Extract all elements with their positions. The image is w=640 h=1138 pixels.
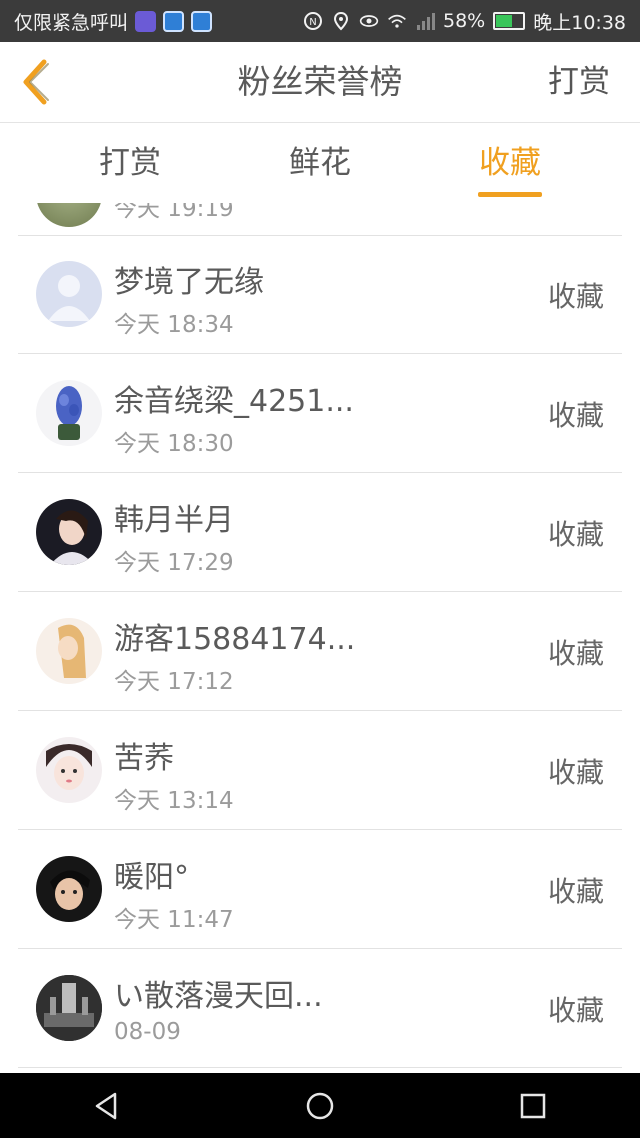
app-icon xyxy=(163,10,185,32)
eye-icon xyxy=(359,15,379,27)
app-icon xyxy=(135,10,157,32)
tab-label: 收藏 xyxy=(479,145,541,181)
row-time: 今天 18:30 xyxy=(114,431,234,457)
back-triangle-icon xyxy=(95,1092,116,1119)
row-name: い散落漫天回... xyxy=(114,979,323,1014)
active-tab-indicator xyxy=(478,192,542,197)
bw-avatar-icon xyxy=(36,975,102,1041)
tab-reward[interactable]: 打赏 xyxy=(70,123,190,203)
clock: 晚上10:38 xyxy=(533,11,626,34)
page-title: 粉丝荣誉榜 xyxy=(237,62,403,101)
location-icon xyxy=(333,11,349,31)
row-time: 今天 17:29 xyxy=(114,550,234,576)
row-action: 收藏 xyxy=(547,399,604,432)
row-name: 苦荞 xyxy=(114,741,174,776)
tab-bar: 打赏 鲜花 收藏 xyxy=(0,123,640,203)
battery-icon xyxy=(493,12,526,30)
system-nav-bar xyxy=(0,1073,640,1138)
status-bar: 仅限紧急呼叫 N 58% 晚上10:38 xyxy=(0,0,640,42)
top-bar: 粉丝荣誉榜 打赏 xyxy=(0,42,640,123)
avatar xyxy=(36,975,102,1041)
list-item[interactable]: 游客15884174... 今天 17:12 收藏 xyxy=(18,592,622,711)
girl-avatar-icon xyxy=(46,744,92,790)
row-action: 收藏 xyxy=(547,280,604,313)
default-avatar-icon xyxy=(48,275,90,321)
row-name: 暖阳° xyxy=(114,860,189,895)
nav-back-button[interactable] xyxy=(87,1086,127,1126)
row-time: 今天 13:14 xyxy=(114,788,234,814)
fan-list[interactable]: 今天 19:19 梦境了无缘 今天 18:34 收藏 余音绕梁_4251... … xyxy=(0,203,640,1073)
signal-icon xyxy=(417,13,435,30)
flower-avatar-icon xyxy=(56,386,82,440)
reward-button[interactable]: 打赏 xyxy=(548,42,610,122)
tab-flowers[interactable]: 鲜花 xyxy=(260,123,380,203)
doll-avatar-icon xyxy=(58,624,86,678)
list-item[interactable]: 韩月半月 今天 17:29 收藏 xyxy=(18,473,622,592)
nav-recents-button[interactable] xyxy=(513,1086,553,1126)
row-action: 收藏 xyxy=(547,875,604,908)
portrait-avatar-icon xyxy=(50,510,94,565)
recents-square-icon xyxy=(521,1093,546,1118)
app-icon xyxy=(191,10,213,32)
row-action: 收藏 xyxy=(547,756,604,789)
list-item[interactable]: い散落漫天回... 08-09 收藏 xyxy=(18,949,622,1068)
row-name: 游客15884174... xyxy=(114,622,356,657)
home-circle-icon xyxy=(306,1092,334,1119)
row-time: 今天 19:19 xyxy=(114,203,234,222)
row-action: 收藏 xyxy=(547,637,604,670)
row-action: 收藏 xyxy=(547,994,604,1027)
tab-favorites[interactable]: 收藏 xyxy=(450,123,570,203)
tab-label: 打赏 xyxy=(99,145,161,181)
list-item[interactable]: 梦境了无缘 今天 18:34 收藏 xyxy=(18,235,622,354)
avatar xyxy=(36,380,102,446)
avatar xyxy=(36,618,102,684)
carrier-text: 仅限紧急呼叫 xyxy=(14,11,129,34)
avatar xyxy=(36,499,102,565)
avatar xyxy=(36,203,102,227)
row-name: 梦境了无缘 xyxy=(114,265,264,300)
row-name: 余音绕梁_4251... xyxy=(114,384,354,419)
row-time: 08-09 xyxy=(114,1019,181,1045)
tab-label: 鲜花 xyxy=(289,145,351,181)
row-name: 韩月半月 xyxy=(114,503,234,538)
list-item[interactable]: 余音绕梁_4251... 今天 18:30 收藏 xyxy=(18,354,622,473)
battery-percent: 58% xyxy=(443,10,486,32)
row-action: 收藏 xyxy=(547,518,604,551)
list-item[interactable]: 暖阳° 今天 11:47 收藏 xyxy=(18,830,622,949)
avatar xyxy=(36,737,102,803)
list-item[interactable]: 苦荞 今天 13:14 收藏 xyxy=(18,711,622,830)
avatar xyxy=(36,261,102,327)
wifi-icon xyxy=(388,14,406,28)
row-time: 今天 11:47 xyxy=(114,907,234,933)
nfc-icon: N xyxy=(304,12,322,30)
list-item[interactable]: 今天 19:19 xyxy=(18,203,622,236)
row-time: 今天 18:34 xyxy=(114,312,234,338)
svg-text:N: N xyxy=(309,17,316,28)
avatar xyxy=(36,856,102,922)
row-time: 今天 17:12 xyxy=(114,669,234,695)
nav-home-button[interactable] xyxy=(300,1086,340,1126)
boy-avatar-icon xyxy=(50,870,90,910)
